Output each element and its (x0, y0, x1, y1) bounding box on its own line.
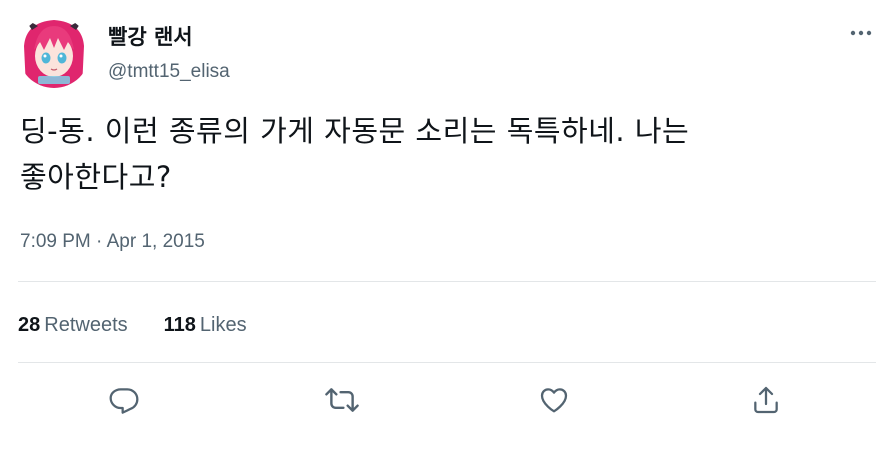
tweet-timestamp: 7:09 PM · Apr 1, 2015 (20, 230, 205, 254)
tweet-text-line-2: 좋아한다고? (20, 160, 172, 194)
tweet-text: 딩-동. 이런 종류의 가게 자동문 소리는 독특하네. 나는 좋아한다고? (20, 108, 870, 200)
retweets-stat[interactable]: 28 Retweets (18, 312, 128, 338)
share-button[interactable] (746, 380, 786, 420)
retweets-label: Retweets (44, 314, 128, 336)
reply-button[interactable] (104, 380, 144, 420)
likes-label: Likes (199, 314, 247, 336)
likes-stat[interactable]: 118 Likes (164, 312, 247, 338)
avatar-illustration-icon (18, 16, 90, 88)
author-display-name[interactable]: 빨강 랜서 (108, 24, 193, 50)
like-button[interactable] (534, 380, 574, 420)
divider-top (18, 281, 876, 282)
tweet-text-line-1: 딩-동. 이런 종류의 가게 자동문 소리는 독특하네. 나는 (20, 114, 690, 148)
reply-icon (109, 388, 139, 414)
more-horizontal-icon (850, 30, 872, 36)
retweets-count: 28 (18, 314, 41, 336)
more-options-button[interactable] (846, 26, 876, 40)
timestamp-separator: · (90, 231, 107, 252)
retweet-icon (325, 388, 359, 412)
tweet-actions (0, 380, 894, 420)
retweet-button[interactable] (322, 380, 362, 420)
divider-bottom (18, 362, 876, 363)
likes-count: 118 (163, 314, 196, 336)
avatar[interactable] (18, 16, 90, 88)
tweet-card: 빨강 랜서 @tmtt15_elisa 딩-동. 이런 종류의 가게 자동문 소… (0, 0, 894, 454)
author-handle[interactable]: @tmtt15_elisa (108, 60, 230, 84)
tweet-date[interactable]: Apr 1, 2015 (107, 231, 205, 252)
heart-icon (540, 388, 568, 413)
share-icon (754, 386, 778, 414)
tweet-stats: 28 Retweets 118 Likes (18, 312, 283, 338)
tweet-time[interactable]: 7:09 PM (20, 231, 91, 252)
